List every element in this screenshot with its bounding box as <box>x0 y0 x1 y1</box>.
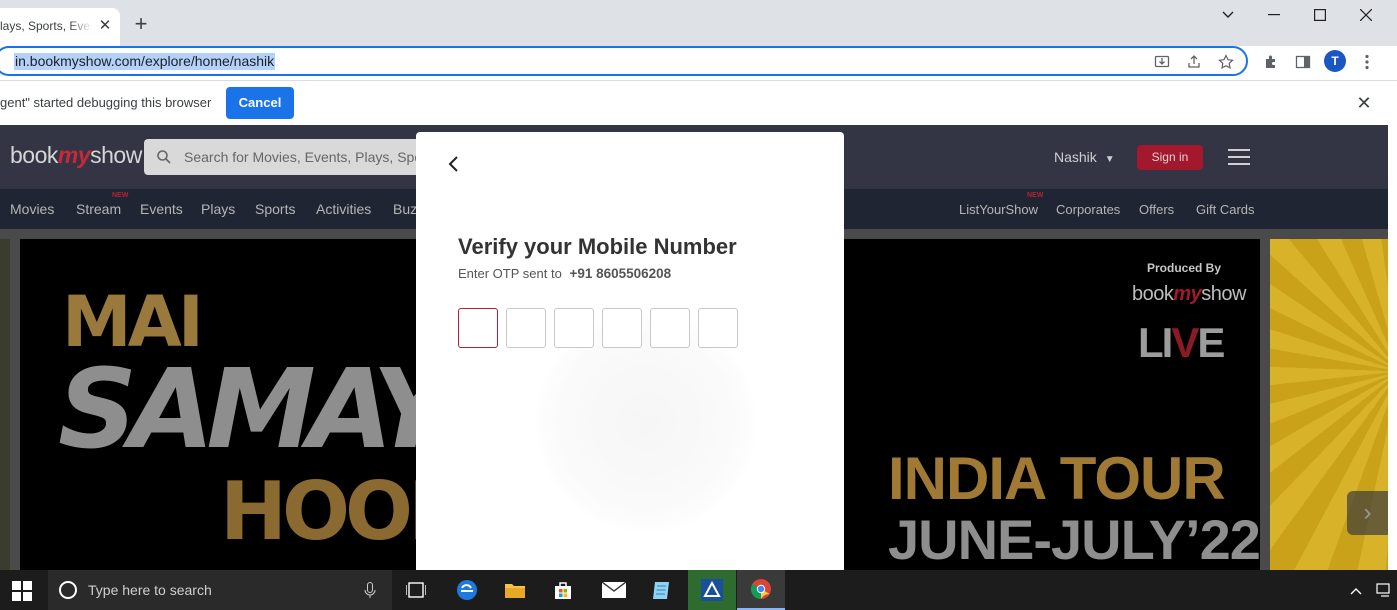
microphone-icon[interactable] <box>364 582 376 598</box>
hamburger-menu-icon[interactable] <box>1228 149 1250 165</box>
share-icon[interactable] <box>1184 52 1204 72</box>
tab-search-icon[interactable] <box>1205 0 1251 30</box>
drive-app-icon[interactable] <box>688 570 736 610</box>
logo-text-my: my <box>57 142 91 168</box>
cancel-debugging-button[interactable]: Cancel <box>226 87 294 119</box>
banner-text-samay: SAMAY <box>58 345 452 473</box>
banner-tour-dates: JUNE-JULY’22 <box>888 508 1260 570</box>
otp-digit-2[interactable] <box>506 308 546 348</box>
chrome-icon[interactable] <box>737 570 785 610</box>
nav-gift-cards[interactable]: Gift Cards <box>1196 202 1255 217</box>
infobar-close-icon[interactable]: ✕ <box>1355 94 1373 112</box>
banner-produced-by: Produced By <box>1147 261 1222 275</box>
otp-digit-3[interactable] <box>554 308 594 348</box>
live-text-li: LI <box>1138 319 1173 366</box>
extensions-icon[interactable] <box>1261 52 1281 72</box>
live-text-e: E <box>1197 319 1225 366</box>
side-panel-icon[interactable] <box>1293 52 1313 72</box>
otp-digit-6[interactable] <box>698 308 738 348</box>
network-icon[interactable] <box>1376 581 1394 599</box>
carousel-next-icon[interactable]: › <box>1347 491 1388 535</box>
file-explorer-icon[interactable] <box>491 570 539 610</box>
nav-sports[interactable]: Sports <box>255 201 295 217</box>
browser-menu-icon[interactable] <box>1357 52 1377 72</box>
otp-instruction: Enter OTP sent to +91 8605506208 <box>458 266 671 281</box>
browser-tab-bar: lays, Sports, Even ✕ + <box>0 0 1397 46</box>
nav-plays[interactable]: Plays <box>201 201 235 217</box>
banner-logo-show: show <box>1201 283 1246 305</box>
chevron-down-icon: ▼ <box>1104 154 1115 165</box>
notepad-icon[interactable] <box>638 570 686 610</box>
windows-taskbar: Type here to search <box>0 570 1397 610</box>
nav-stream[interactable]: Stream <box>76 201 121 217</box>
site-logo[interactable]: bookmyshow <box>10 142 142 169</box>
otp-digit-4[interactable] <box>602 308 642 348</box>
banner-bms-logo: bookmyshow <box>1132 283 1246 306</box>
edge-browser-icon[interactable] <box>443 570 491 610</box>
infobar-message: gent" started debugging this browser <box>0 95 212 110</box>
taskbar-search-placeholder: Type here to search <box>88 582 212 598</box>
cortana-circle-icon <box>59 581 77 599</box>
store-icon[interactable] <box>539 570 587 610</box>
nav-buzz[interactable]: Buz <box>393 201 417 217</box>
otp-phone-number: +91 8605506208 <box>569 266 672 281</box>
address-bar[interactable]: in.bookmyshow.com/explore/home/nashik <box>0 46 1248 76</box>
banner-logo-book: book <box>1132 283 1174 305</box>
maximize-icon[interactable] <box>1297 0 1343 30</box>
debugging-infobar: gent" started debugging this browser Can… <box>0 80 1397 125</box>
modal-title: Verify your Mobile Number <box>458 234 737 259</box>
taskbar-search-box[interactable]: Type here to search <box>48 570 392 610</box>
task-view-icon[interactable] <box>392 570 440 610</box>
banner-india-tour: INDIA TOUR <box>888 445 1226 512</box>
browser-tab[interactable]: lays, Sports, Even ✕ <box>0 8 120 46</box>
prev-banner-peek[interactable] <box>0 239 10 570</box>
windows-start-icon[interactable] <box>12 581 32 601</box>
sign-in-button[interactable]: Sign in <box>1137 145 1203 170</box>
otp-digit-5[interactable] <box>650 308 690 348</box>
new-badge: NEW <box>112 192 129 199</box>
nav-corporates[interactable]: Corporates <box>1056 202 1120 217</box>
live-text-v: V <box>1171 319 1199 366</box>
otp-modal: Verify your Mobile Number Enter OTP sent… <box>416 132 844 572</box>
mail-icon[interactable] <box>590 570 638 610</box>
minimize-icon[interactable] <box>1251 0 1297 30</box>
address-url[interactable]: in.bookmyshow.com/explore/home/nashik <box>14 53 276 70</box>
otp-digit-1[interactable] <box>458 308 498 348</box>
tray-chevron-up-icon[interactable] <box>1350 582 1362 598</box>
new-tab-icon[interactable]: + <box>130 13 152 36</box>
city-label: Nashik <box>1054 149 1097 165</box>
banner-live-logo: LIVE <box>1138 319 1225 367</box>
tab-close-icon[interactable]: ✕ <box>96 17 114 35</box>
nav-activities[interactable]: Activities <box>316 201 371 217</box>
close-window-icon[interactable] <box>1343 0 1389 30</box>
site-search-input[interactable]: Search for Movies, Events, Plays, Sports… <box>144 139 523 175</box>
profile-avatar[interactable]: T <box>1324 50 1346 72</box>
search-icon <box>157 150 171 164</box>
install-app-icon[interactable] <box>1152 52 1172 72</box>
nav-offers[interactable]: Offers <box>1139 202 1174 217</box>
banner-logo-my: my <box>1173 283 1202 305</box>
otp-instruction-text: Enter OTP sent to <box>458 266 562 281</box>
nav-listyourshow[interactable]: ListYourShow <box>959 202 1038 217</box>
nav-events[interactable]: Events <box>140 201 183 217</box>
new-badge: NEW <box>1027 192 1044 199</box>
logo-text-book: book <box>10 142 58 168</box>
back-arrow-icon[interactable] <box>444 154 464 174</box>
logo-text-show: show <box>90 142 142 168</box>
city-selector[interactable]: Nashik ▼ <box>1054 149 1115 165</box>
tab-title: lays, Sports, Even <box>0 19 92 33</box>
browser-toolbar: in.bookmyshow.com/explore/home/nashik T <box>0 46 1397 80</box>
nav-movies[interactable]: Movies <box>10 201 54 217</box>
bookmark-star-icon[interactable] <box>1216 52 1236 72</box>
